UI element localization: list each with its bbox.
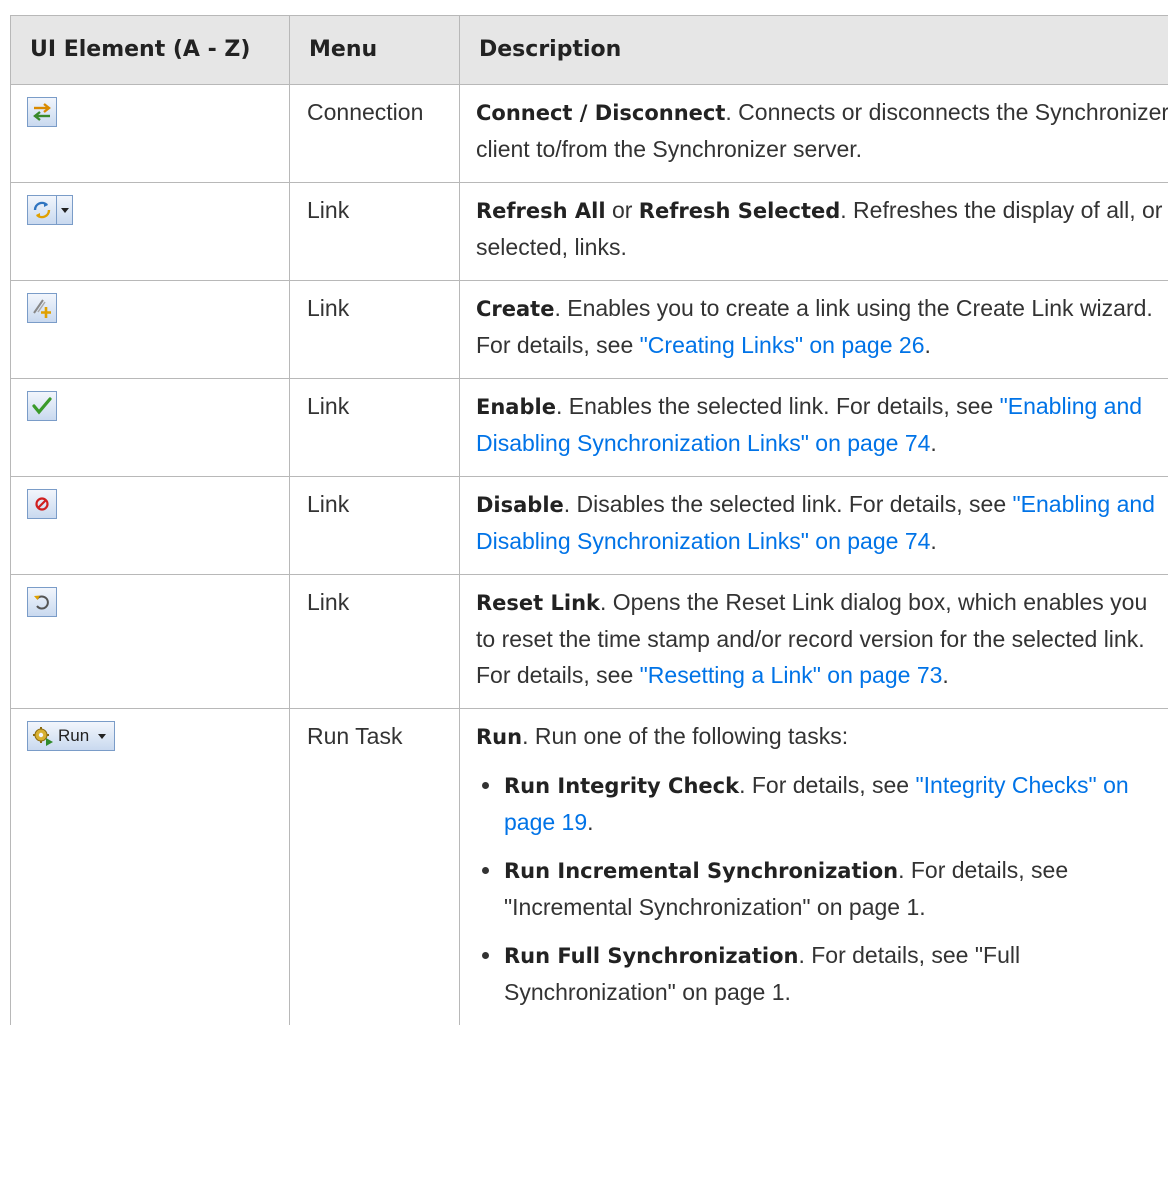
description-text: . Disables the selected link. For detail… [563, 491, 1013, 517]
table-row: Connection Connect / Disconnect. Connect… [10, 84, 1168, 183]
task-list: Run Integrity Check. For details, see "I… [476, 767, 1168, 1010]
task-text: . For details, see [739, 772, 916, 798]
column-header-ui-element: UI Element (A - Z) [10, 15, 290, 85]
column-header-description: Description [459, 15, 1168, 85]
element-title: Create [476, 297, 555, 321]
description-text: . Enables the selected link. For details… [555, 393, 1000, 419]
ui-element-cell [10, 476, 290, 575]
menu-cell: Link [289, 476, 460, 575]
description-intro: Run. Run one of the following tasks: [476, 718, 1168, 755]
punctuation: . [942, 662, 949, 688]
list-item: Run Full Synchronization. For details, s… [476, 937, 1168, 1010]
connector-text: or [605, 197, 639, 223]
list-item: Run Integrity Check. For details, see "I… [476, 767, 1168, 840]
table-header-row: UI Element (A - Z) Menu Description [10, 15, 1168, 85]
description-cell: Reset Link. Opens the Reset Link dialog … [459, 574, 1168, 709]
cross-reference-link[interactable]: "Creating Links" on page 26 [640, 332, 925, 358]
menu-cell: Connection [289, 84, 460, 183]
reset-link-icon [27, 587, 57, 617]
element-title: Connect / Disconnect [476, 101, 726, 125]
ui-element-cell [10, 378, 290, 477]
punctuation: . [930, 430, 937, 456]
ui-elements-table: UI Element (A - Z) Menu Description Conn… [10, 15, 1168, 1025]
menu-cell: Link [289, 182, 460, 281]
refresh-split-button [27, 195, 73, 225]
table-row: Link Enable. Enables the selected link. … [10, 378, 1168, 477]
task-title: Run Integrity Check [504, 774, 740, 798]
description-text: . Run one of the following tasks: [522, 723, 849, 749]
punctuation: . [587, 809, 594, 835]
element-title: Reset Link [476, 591, 601, 615]
element-title: Run [476, 725, 523, 749]
menu-cell: Run Task [289, 708, 460, 1025]
disable-icon [27, 489, 57, 519]
description-cell: Run. Run one of the following tasks: Run… [459, 708, 1168, 1025]
description-cell: Refresh All or Refresh Selected. Refresh… [459, 182, 1168, 281]
refresh-icon [27, 195, 57, 225]
description-cell: Enable. Enables the selected link. For d… [459, 378, 1168, 477]
connect-disconnect-icon [27, 97, 57, 127]
table-row: Run Run Task Run. Run one of the followi… [10, 708, 1168, 1025]
ui-element-cell [10, 280, 290, 379]
table-row: Link Reset Link. Opens the Reset Link di… [10, 574, 1168, 709]
list-item: Run Incremental Synchronization. For det… [476, 852, 1168, 925]
description-cell: Disable. Disables the selected link. For… [459, 476, 1168, 575]
table-row: Link Disable. Disables the selected link… [10, 476, 1168, 575]
task-title: Run Full Synchronization [504, 944, 799, 968]
create-link-icon [27, 293, 57, 323]
description-cell: Connect / Disconnect. Connects or discon… [459, 84, 1168, 183]
column-header-menu: Menu [289, 15, 460, 85]
element-title: Disable [476, 493, 564, 517]
table-row: Link Refresh All or Refresh Selected. Re… [10, 182, 1168, 281]
ui-element-cell: Run [10, 708, 290, 1025]
menu-cell: Link [289, 378, 460, 477]
run-split-button: Run [27, 721, 116, 751]
enable-check-icon [27, 391, 57, 421]
chevron-down-icon [57, 195, 73, 225]
ui-element-cell [10, 182, 290, 281]
element-title: Enable [476, 395, 556, 419]
menu-cell: Link [289, 574, 460, 709]
task-title: Run Incremental Synchronization [504, 859, 899, 883]
ui-element-cell [10, 84, 290, 183]
menu-cell: Link [289, 280, 460, 379]
run-button-label: Run [58, 726, 90, 745]
run-gear-icon [33, 727, 53, 746]
element-title: Refresh All [476, 199, 606, 223]
cross-reference-link[interactable]: "Resetting a Link" on page 73 [640, 662, 943, 688]
chevron-down-icon [98, 733, 107, 739]
punctuation: . [924, 332, 931, 358]
punctuation: . [930, 528, 937, 554]
table-row: Link Create. Enables you to create a lin… [10, 280, 1168, 379]
ui-element-cell [10, 574, 290, 709]
element-title-secondary: Refresh Selected [638, 199, 841, 223]
description-cell: Create. Enables you to create a link usi… [459, 280, 1168, 379]
